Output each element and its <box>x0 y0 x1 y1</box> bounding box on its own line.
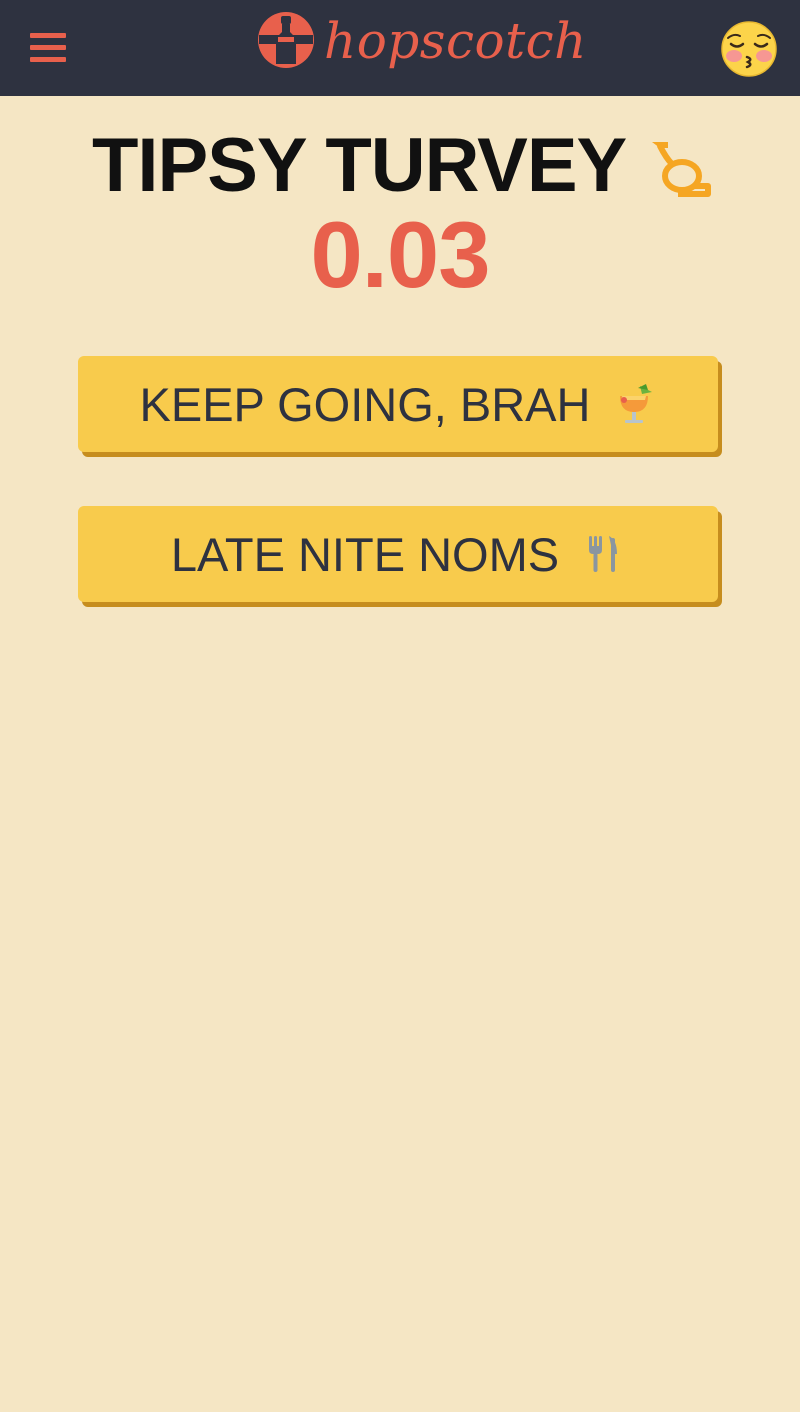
logo-wordmark: hopscotch <box>324 12 587 70</box>
bac-level-value: 0.03 <box>310 202 491 307</box>
drunk-status-row: TIPSY TURVEY <box>0 122 800 212</box>
status-title: TIPSY TURVEY <box>92 123 627 208</box>
late-nite-noms-button[interactable]: LATE NITE NOMS <box>78 506 718 602</box>
tropical-drink-icon <box>620 384 653 423</box>
horn-icon <box>652 142 711 197</box>
bottle-badge-icon <box>258 12 314 68</box>
keep-going-button[interactable]: KEEP GOING, BRAH <box>78 356 718 452</box>
fork-knife-icon <box>589 536 618 572</box>
top-navigation-bar: hopscotch <box>0 0 800 96</box>
keep-going-label: KEEP GOING, BRAH <box>139 377 591 431</box>
late-nite-noms-label: LATE NITE NOMS <box>170 527 560 581</box>
kissing-face-emoji-icon[interactable] <box>720 20 778 78</box>
app-logo[interactable]: hopscotch <box>256 8 586 88</box>
hamburger-menu-icon[interactable] <box>28 30 68 66</box>
